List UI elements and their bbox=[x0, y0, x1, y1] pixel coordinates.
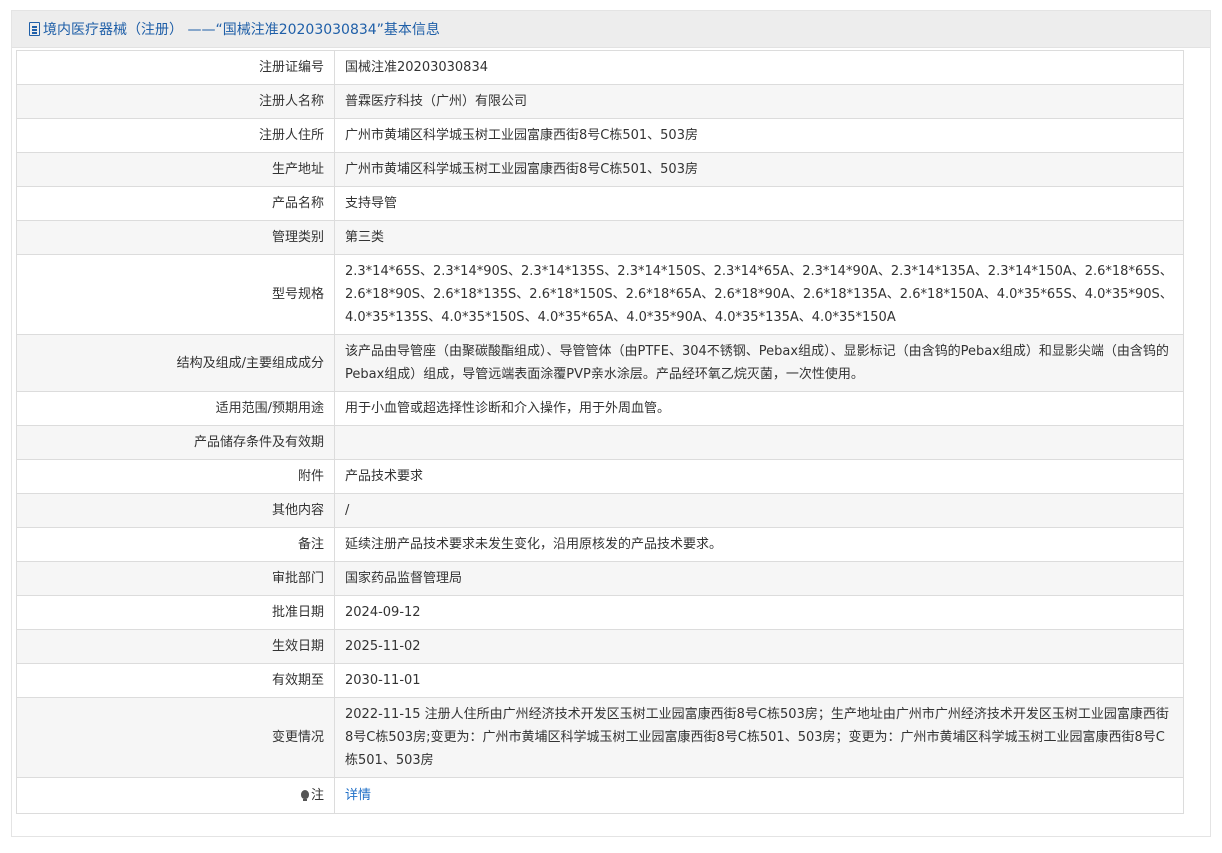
row-value-product-name: 支持导管 bbox=[334, 186, 1184, 221]
table-row: 注 详情 bbox=[16, 777, 1184, 814]
row-value-registrant-name: 普霖医疗科技（广州）有限公司 bbox=[334, 84, 1184, 119]
row-label-storage: 产品储存条件及有效期 bbox=[16, 425, 335, 460]
table-row: 产品名称 支持导管 bbox=[16, 186, 1184, 221]
row-label-model-spec: 型号规格 bbox=[16, 254, 335, 335]
table-row: 有效期至 2030-11-01 bbox=[16, 663, 1184, 698]
table-row: 其他内容 / bbox=[16, 493, 1184, 528]
table-row: 生产地址 广州市黄埔区科学城玉树工业园富康西街8号C栋501、503房 bbox=[16, 152, 1184, 187]
table-row: 备注 延续注册产品技术要求未发生变化，沿用原核发的产品技术要求。 bbox=[16, 527, 1184, 562]
row-value-registrant-address: 广州市黄埔区科学城玉树工业园富康西街8号C栋501、503房 bbox=[334, 118, 1184, 153]
note-label: 注 bbox=[310, 788, 324, 803]
row-label-registrant-address: 注册人住所 bbox=[16, 118, 335, 153]
row-label-other: 其他内容 bbox=[16, 493, 335, 528]
row-value-management-category: 第三类 bbox=[334, 220, 1184, 255]
details-link[interactable]: 详情 bbox=[345, 788, 371, 803]
row-label-remarks: 备注 bbox=[16, 527, 335, 562]
lightbulb-icon bbox=[300, 790, 309, 801]
table-row: 审批部门 国家药品监督管理局 bbox=[16, 561, 1184, 596]
row-value-structure: 该产品由导管座（由聚碳酸酯组成）、导管管体（由PTFE、304不锈钢、Pebax… bbox=[334, 334, 1184, 392]
row-label-approval-dept: 审批部门 bbox=[16, 561, 335, 596]
table-row: 变更情况 2022-11-15 注册人住所由广州经济技术开发区玉树工业园富康西街… bbox=[16, 697, 1184, 778]
table-row: 产品储存条件及有效期 bbox=[16, 425, 1184, 460]
row-value-production-address: 广州市黄埔区科学城玉树工业园富康西街8号C栋501、503房 bbox=[334, 152, 1184, 187]
row-value-remarks: 延续注册产品技术要求未发生变化，沿用原核发的产品技术要求。 bbox=[334, 527, 1184, 562]
table-row: 适用范围/预期用途 用于小血管或超选择性诊断和介入操作，用于外周血管。 bbox=[16, 391, 1184, 426]
row-value-approval-date: 2024-09-12 bbox=[334, 595, 1184, 630]
info-table: 注册证编号 国械注准20203030834 注册人名称 普霖医疗科技（广州）有限… bbox=[16, 50, 1184, 814]
row-label-management-category: 管理类别 bbox=[16, 220, 335, 255]
row-label-approval-date: 批准日期 bbox=[16, 595, 335, 630]
table-row: 注册证编号 国械注准20203030834 bbox=[16, 50, 1184, 85]
row-label-intended-use: 适用范围/预期用途 bbox=[16, 391, 335, 426]
row-label-product-name: 产品名称 bbox=[16, 186, 335, 221]
row-label-attachment: 附件 bbox=[16, 459, 335, 494]
row-value-effective-date: 2025-11-02 bbox=[334, 629, 1184, 664]
row-value-intended-use: 用于小血管或超选择性诊断和介入操作，用于外周血管。 bbox=[334, 391, 1184, 426]
row-value-storage bbox=[334, 425, 1184, 460]
row-label-valid-until: 有效期至 bbox=[16, 663, 335, 698]
table-row: 结构及组成/主要组成成分 该产品由导管座（由聚碳酸酯组成）、导管管体（由PTFE… bbox=[16, 334, 1184, 392]
table-row: 注册人住所 广州市黄埔区科学城玉树工业园富康西街8号C栋501、503房 bbox=[16, 118, 1184, 153]
row-value-model-spec: 2.3*14*65S、2.3*14*90S、2.3*14*135S、2.3*14… bbox=[334, 254, 1184, 335]
row-value-attachment: 产品技术要求 bbox=[334, 459, 1184, 494]
row-value-approval-dept: 国家药品监督管理局 bbox=[334, 561, 1184, 596]
panel-header: 境内医疗器械（注册） ——“国械注准20203030834”基本信息 bbox=[12, 11, 1210, 48]
page-title: 境内医疗器械（注册） ——“国械注准20203030834”基本信息 bbox=[43, 22, 440, 38]
table-row: 管理类别 第三类 bbox=[16, 220, 1184, 255]
row-label-registration-number: 注册证编号 bbox=[16, 50, 335, 85]
table-row: 型号规格 2.3*14*65S、2.3*14*90S、2.3*14*135S、2… bbox=[16, 254, 1184, 335]
row-value-note: 详情 bbox=[334, 777, 1184, 814]
row-label-note: 注 bbox=[16, 777, 335, 814]
row-value-registration-number: 国械注准20203030834 bbox=[334, 50, 1184, 85]
table-row: 附件 产品技术要求 bbox=[16, 459, 1184, 494]
table-row: 批准日期 2024-09-12 bbox=[16, 595, 1184, 630]
row-label-production-address: 生产地址 bbox=[16, 152, 335, 187]
row-value-other: / bbox=[334, 493, 1184, 528]
row-label-effective-date: 生效日期 bbox=[16, 629, 335, 664]
document-icon bbox=[29, 22, 40, 36]
row-value-valid-until: 2030-11-01 bbox=[334, 663, 1184, 698]
row-label-structure: 结构及组成/主要组成成分 bbox=[16, 334, 335, 392]
table-row: 生效日期 2025-11-02 bbox=[16, 629, 1184, 664]
row-value-changes: 2022-11-15 注册人住所由广州经济技术开发区玉树工业园富康西街8号C栋5… bbox=[334, 697, 1184, 778]
table-row: 注册人名称 普霖医疗科技（广州）有限公司 bbox=[16, 84, 1184, 119]
row-label-changes: 变更情况 bbox=[16, 697, 335, 778]
row-label-registrant-name: 注册人名称 bbox=[16, 84, 335, 119]
